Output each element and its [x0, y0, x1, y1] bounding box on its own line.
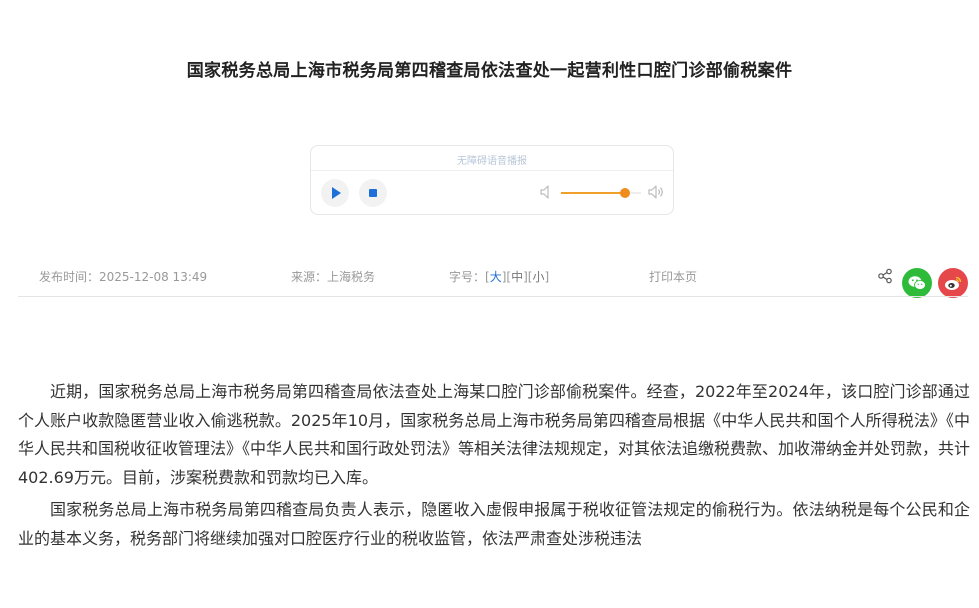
- print-link[interactable]: 打印本页: [649, 268, 697, 285]
- play-button[interactable]: [321, 179, 349, 207]
- weibo-icon[interactable]: [938, 268, 968, 298]
- bracket-close: ]: [544, 270, 550, 284]
- font-size-medium[interactable]: 中: [511, 270, 523, 284]
- article-body: 近期，国家税务总局上海市税务局第四稽查局依法查处上海某口腔门诊部偷税案件。经查，…: [18, 378, 970, 557]
- volume-high-icon: [647, 184, 665, 204]
- article-paragraph: 国家税务总局上海市税务局第四稽查局负责人表示，隐匿收入虚假申报属于税收征管法规定…: [18, 500, 970, 548]
- font-size-control: 字号：[大][中][小]: [449, 268, 549, 285]
- share-icon[interactable]: [877, 268, 893, 287]
- volume-slider[interactable]: [561, 188, 641, 198]
- player-caption: 无障碍语音播报: [457, 156, 527, 167]
- article-source: 来源：上海税务: [291, 270, 376, 284]
- volume-slider-knob[interactable]: [620, 188, 630, 198]
- font-size-small[interactable]: 小: [532, 270, 544, 284]
- volume-low-icon: [539, 184, 553, 204]
- article-meta: 发布时间：2025-12-08 13:49 来源：上海税务 字号：[大][中][…: [0, 265, 979, 298]
- wechat-icon[interactable]: [902, 268, 932, 298]
- font-size-label: 字号：: [449, 270, 486, 284]
- meta-divider: [18, 296, 968, 297]
- audio-player: 无障碍语音播报: [310, 145, 674, 215]
- font-size-large[interactable]: 大: [490, 270, 502, 284]
- stop-icon: [369, 189, 377, 197]
- stop-button[interactable]: [359, 179, 387, 207]
- play-icon: [331, 187, 341, 199]
- page-title: 国家税务总局上海市税务局第四稽查局依法查处一起营利性口腔门诊部偷税案件: [186, 61, 793, 81]
- volume-slider-fill: [561, 192, 625, 194]
- publish-time: 发布时间：2025-12-08 13:49: [39, 270, 208, 284]
- player-divider: [311, 170, 673, 171]
- article-paragraph: 近期，国家税务总局上海市税务局第四稽查局依法查处上海某口腔门诊部偷税案件。经查，…: [18, 382, 971, 487]
